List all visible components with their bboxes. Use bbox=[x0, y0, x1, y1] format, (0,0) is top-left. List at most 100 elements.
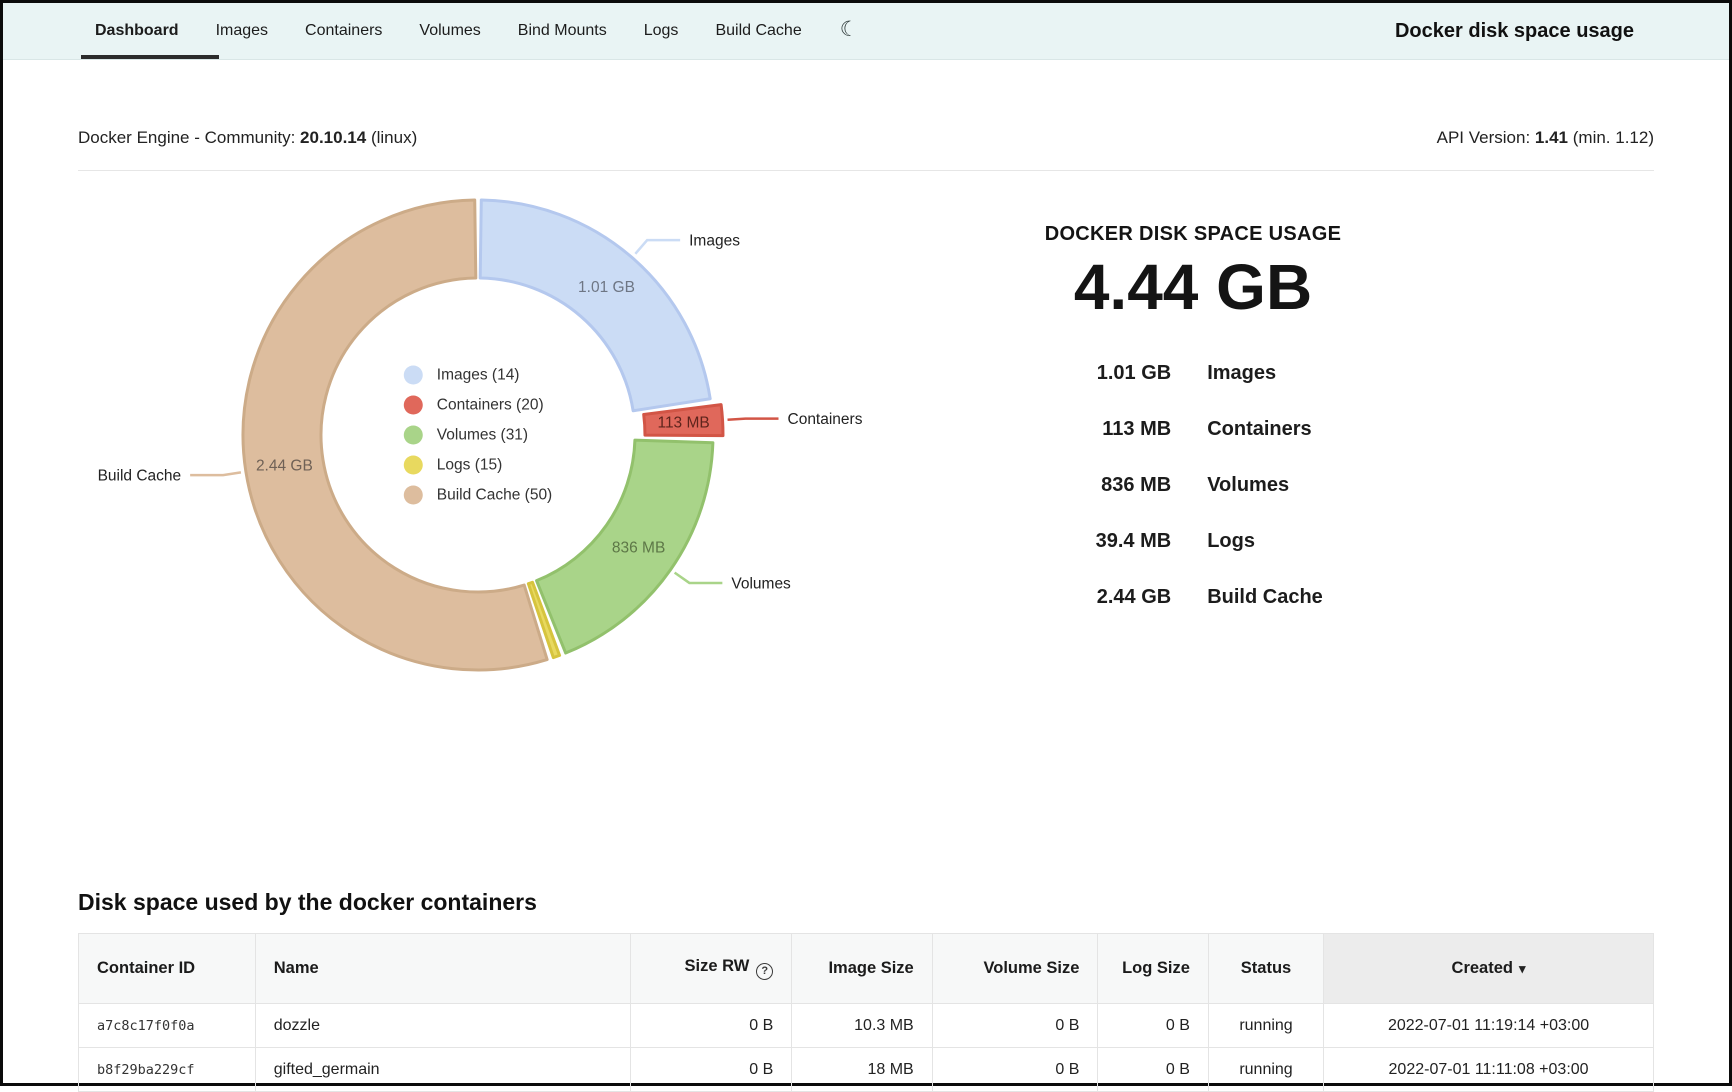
col-header-volume-size[interactable]: Volume Size bbox=[932, 934, 1098, 1004]
segment-value-label-build-cache: 2.44 GB bbox=[256, 458, 313, 475]
containers-table: Container ID Name Size RW? Image Size Vo… bbox=[78, 933, 1654, 1092]
legend-label: Volumes (31) bbox=[437, 426, 528, 444]
col-label: Container ID bbox=[97, 959, 195, 977]
chart-row: 1.01 GB Images 113 MB Containers 836 MB Volum… bbox=[78, 171, 1654, 691]
stat-value-volumes: 836 MB bbox=[1063, 474, 1171, 497]
col-label: Image Size bbox=[828, 959, 913, 977]
api-version-text: API Version: 1.41 (min. 1.12) bbox=[1437, 128, 1654, 148]
stat-value-logs: 39.4 MB bbox=[1063, 530, 1171, 553]
cell-container-id: b8f29ba229cf bbox=[79, 1048, 256, 1092]
cell-image-size: 18 MB bbox=[792, 1048, 932, 1092]
cell-image-size: 10.3 MB bbox=[792, 1004, 932, 1048]
leader-line-volumes bbox=[675, 573, 723, 583]
col-header-log-size[interactable]: Log Size bbox=[1098, 934, 1208, 1004]
disk-usage-panel: DOCKER DISK SPACE USAGE 4.44 GB 1.01 GB … bbox=[958, 171, 1428, 691]
col-header-status[interactable]: Status bbox=[1208, 934, 1323, 1004]
leader-line-build-cache bbox=[190, 472, 241, 475]
usage-panel-title: DOCKER DISK SPACE USAGE bbox=[958, 223, 1428, 246]
legend-item-volumes[interactable]: Volumes (31) bbox=[404, 426, 552, 445]
usage-total: 4.44 GB bbox=[958, 250, 1428, 324]
tab-volumes[interactable]: Volumes bbox=[419, 3, 480, 59]
dark-mode-toggle[interactable]: ☾ bbox=[840, 3, 859, 59]
cell-volume-size: 0 B bbox=[932, 1004, 1098, 1048]
legend-item-images[interactable]: Images (14) bbox=[404, 366, 552, 385]
cell-size-rw: 0 B bbox=[631, 1048, 792, 1092]
legend-item-logs[interactable]: Logs (15) bbox=[404, 456, 552, 475]
col-label: Name bbox=[274, 959, 319, 977]
cell-size-rw: 0 B bbox=[631, 1004, 792, 1048]
segment-value-label-containers: 113 MB bbox=[657, 414, 709, 431]
col-label: Log Size bbox=[1122, 959, 1190, 977]
cell-status: running bbox=[1208, 1048, 1323, 1092]
cell-created: 2022-07-01 11:11:08 +03:00 bbox=[1324, 1048, 1654, 1092]
stat-label-containers: Containers bbox=[1207, 418, 1323, 441]
segment-name-label-images: Images bbox=[689, 233, 740, 250]
engine-version-text: Docker Engine - Community: 20.10.14 (lin… bbox=[78, 128, 417, 148]
col-label: Status bbox=[1241, 959, 1291, 977]
tab-containers[interactable]: Containers bbox=[305, 3, 382, 59]
col-label: Size RW bbox=[684, 957, 749, 975]
cell-name: dozzle bbox=[255, 1004, 631, 1048]
tab-bind-mounts[interactable]: Bind Mounts bbox=[518, 3, 607, 59]
usage-stats-list: 1.01 GB Images 113 MB Containers 836 MB … bbox=[1063, 362, 1323, 609]
main-content: Docker Engine - Community: 20.10.14 (lin… bbox=[3, 128, 1729, 1092]
help-icon[interactable]: ? bbox=[756, 963, 773, 980]
cell-log-size: 0 B bbox=[1098, 1048, 1208, 1092]
tab-dashboard[interactable]: Dashboard bbox=[95, 3, 179, 59]
tab-logs[interactable]: Logs bbox=[644, 3, 679, 59]
engine-label: Docker Engine - Community: bbox=[78, 128, 295, 147]
engine-os: (linux) bbox=[371, 128, 417, 147]
segment-name-label-containers: Containers bbox=[788, 411, 863, 428]
legend-swatch-build-cache bbox=[404, 486, 423, 505]
segment-value-label-images: 1.01 GB bbox=[578, 279, 635, 296]
tab-images[interactable]: Images bbox=[216, 3, 268, 59]
legend-item-containers[interactable]: Containers (20) bbox=[404, 396, 552, 415]
cell-status: running bbox=[1208, 1004, 1323, 1048]
col-header-image-size[interactable]: Image Size bbox=[792, 934, 932, 1004]
stat-label-logs: Logs bbox=[1207, 530, 1323, 553]
app-window: { "window": { "title": "Docker disk spac… bbox=[0, 0, 1732, 1086]
stat-value-build-cache: 2.44 GB bbox=[1063, 586, 1171, 609]
api-version: 1.41 bbox=[1535, 128, 1568, 147]
legend-label: Build Cache (50) bbox=[437, 486, 552, 504]
table-header-row: Container ID Name Size RW? Image Size Vo… bbox=[79, 934, 1654, 1004]
donut-chart: 1.01 GB Images 113 MB Containers 836 MB Volum… bbox=[78, 171, 958, 691]
legend-swatch-images bbox=[404, 366, 423, 385]
api-min-version: (min. 1.12) bbox=[1573, 128, 1654, 147]
col-header-size-rw[interactable]: Size RW? bbox=[631, 934, 792, 1004]
stat-value-containers: 113 MB bbox=[1063, 418, 1171, 441]
stat-label-images: Images bbox=[1207, 362, 1323, 385]
legend-label: Logs (15) bbox=[437, 456, 502, 474]
app-title: Docker disk space usage bbox=[1395, 20, 1729, 43]
col-header-name[interactable]: Name bbox=[255, 934, 631, 1004]
stat-label-volumes: Volumes bbox=[1207, 474, 1323, 497]
legend-swatch-volumes bbox=[404, 426, 423, 445]
sort-desc-icon: ▾ bbox=[1519, 961, 1526, 976]
cell-volume-size: 0 B bbox=[932, 1048, 1098, 1092]
stat-label-build-cache: Build Cache bbox=[1207, 586, 1323, 609]
containers-section-heading: Disk space used by the docker containers bbox=[78, 889, 1654, 916]
legend-swatch-containers bbox=[404, 396, 423, 415]
segment-name-label-build-cache: Build Cache bbox=[98, 468, 182, 485]
chart-legend: Images (14) Containers (20) Volumes (31) Lo… bbox=[404, 355, 552, 516]
engine-info-row: Docker Engine - Community: 20.10.14 (lin… bbox=[78, 128, 1654, 148]
top-nav-bar: Dashboard Images Containers Volumes Bind… bbox=[3, 3, 1729, 60]
segment-value-label-volumes: 836 MB bbox=[612, 539, 665, 556]
cell-log-size: 0 B bbox=[1098, 1004, 1208, 1048]
leader-line-containers bbox=[728, 419, 779, 420]
stat-value-images: 1.01 GB bbox=[1063, 362, 1171, 385]
col-label: Volume Size bbox=[983, 959, 1079, 977]
moon-icon: ☾ bbox=[840, 17, 859, 42]
legend-swatch-logs bbox=[404, 456, 423, 475]
segment-name-label-volumes: Volumes bbox=[731, 575, 791, 592]
col-header-container-id[interactable]: Container ID bbox=[79, 934, 256, 1004]
tab-build-cache[interactable]: Build Cache bbox=[715, 3, 801, 59]
col-label: Created bbox=[1452, 959, 1513, 977]
cell-created: 2022-07-01 11:19:14 +03:00 bbox=[1324, 1004, 1654, 1048]
col-header-created[interactable]: Created ▾ bbox=[1324, 934, 1654, 1004]
leader-line-images bbox=[635, 240, 680, 254]
legend-item-build-cache[interactable]: Build Cache (50) bbox=[404, 486, 552, 505]
engine-version: 20.10.14 bbox=[300, 128, 366, 147]
table-row: b8f29ba229cf gifted_germain 0 B 18 MB 0 … bbox=[79, 1048, 1654, 1092]
table-row: a7c8c17f0f0a dozzle 0 B 10.3 MB 0 B 0 B … bbox=[79, 1004, 1654, 1048]
